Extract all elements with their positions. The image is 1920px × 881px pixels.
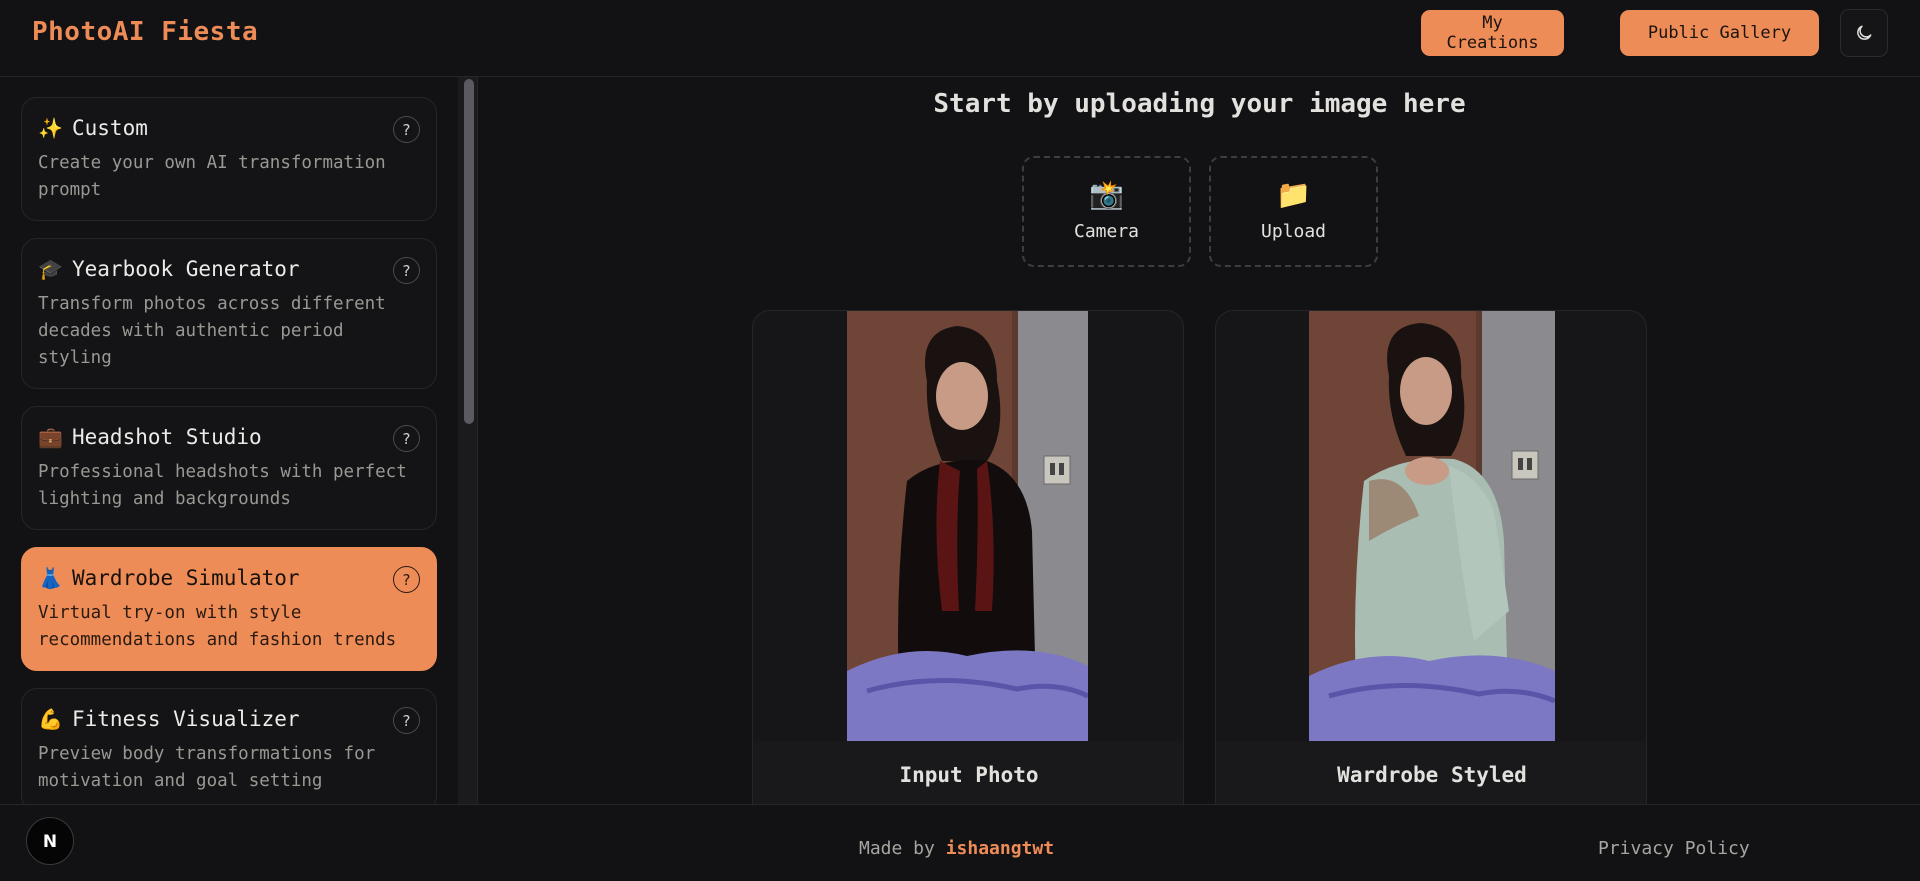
made-by-text: Made by ishaangtwt xyxy=(859,838,1054,859)
output-photo-card: Wardrobe Styled xyxy=(1215,310,1647,804)
graduation-cap-icon: 🎓 xyxy=(38,257,63,281)
input-photo-card: Input Photo xyxy=(752,310,1184,804)
sidebar-item-description: Create your own AI transformation prompt xyxy=(38,153,386,200)
sidebar-item-wardrobe-simulator[interactable]: 👗 Wardrobe Simulator Virtual try-on with… xyxy=(21,547,437,671)
sidebar-item-description: Virtual try-on with style recommendation… xyxy=(38,603,397,650)
made-by-prefix: Made by xyxy=(859,838,935,859)
sidebar-item-description: Preview body transformations for motivat… xyxy=(38,744,376,791)
sidebar-item-custom[interactable]: ✨ Custom Create your own AI transformati… xyxy=(21,97,437,221)
page-footer: N Made by ishaangtwt Privacy Policy xyxy=(0,804,1920,881)
help-button[interactable]: ? xyxy=(393,707,420,734)
badge-letter: N xyxy=(43,832,57,852)
author-link[interactable]: ishaangtwt xyxy=(946,838,1054,859)
sidebar-item-fitness-visualizer[interactable]: 💪 Fitness Visualizer Preview body transf… xyxy=(21,688,437,804)
help-button[interactable]: ? xyxy=(393,566,420,593)
flexed-biceps-icon: 💪 xyxy=(38,707,63,731)
my-creations-button[interactable]: My Creations xyxy=(1421,10,1564,56)
camera-button[interactable]: 📸 Camera xyxy=(1022,156,1191,267)
sidebar-item-title: Fitness Visualizer xyxy=(72,707,300,731)
sidebar-item-title: Custom xyxy=(72,116,148,140)
wardrobe-styled-image xyxy=(1309,311,1555,741)
sidebar-item-description: Professional headshots with perfect ligh… xyxy=(38,462,407,509)
public-gallery-button[interactable]: Public Gallery xyxy=(1620,10,1819,56)
folder-icon: 📁 xyxy=(1276,178,1311,211)
sidebar-scrollbar[interactable] xyxy=(458,77,477,804)
sidebar-item-headshot-studio[interactable]: 💼 Headshot Studio Professional headshots… xyxy=(21,406,437,530)
upload-label: Upload xyxy=(1260,221,1327,242)
output-photo-caption: Wardrobe Styled xyxy=(1216,741,1646,804)
theme-toggle-button[interactable] xyxy=(1840,9,1888,57)
privacy-policy-link[interactable]: Privacy Policy xyxy=(1598,838,1750,859)
sidebar-item-yearbook-generator[interactable]: 🎓 Yearbook Generator Transform photos ac… xyxy=(21,238,437,389)
help-button[interactable]: ? xyxy=(393,257,420,284)
scrollbar-thumb[interactable] xyxy=(464,79,474,424)
nextjs-badge[interactable]: N xyxy=(26,817,74,865)
camera-flash-icon: 📸 xyxy=(1089,178,1124,211)
sidebar-item-title: Headshot Studio xyxy=(72,425,262,449)
briefcase-icon: 💼 xyxy=(38,425,63,449)
brand-logo-text[interactable]: PhotoAI Fiesta xyxy=(32,17,258,47)
main-content: Start by uploading your image here 📸 Cam… xyxy=(479,77,1920,804)
help-button[interactable]: ? xyxy=(393,116,420,143)
sidebar-item-description: Transform photos across different decade… xyxy=(38,294,386,368)
help-button[interactable]: ? xyxy=(393,425,420,452)
dress-icon: 👗 xyxy=(38,566,63,590)
sidebar-item-title: Wardrobe Simulator xyxy=(72,566,300,590)
top-header: PhotoAI Fiesta My Creations Public Galle… xyxy=(0,0,1920,77)
input-photo-caption: Input Photo xyxy=(753,741,1183,804)
transformation-sidebar: ✨ Custom Create your own AI transformati… xyxy=(0,77,478,804)
sparkles-icon: ✨ xyxy=(38,116,63,140)
input-photo-image xyxy=(847,311,1088,741)
n-logo-icon: N xyxy=(43,832,57,852)
moon-icon xyxy=(1857,25,1872,40)
camera-label: Camera xyxy=(1073,221,1140,242)
upload-button[interactable]: 📁 Upload xyxy=(1209,156,1378,267)
page-title: Start by uploading your image here xyxy=(933,89,1466,119)
sidebar-item-title: Yearbook Generator xyxy=(72,257,300,281)
